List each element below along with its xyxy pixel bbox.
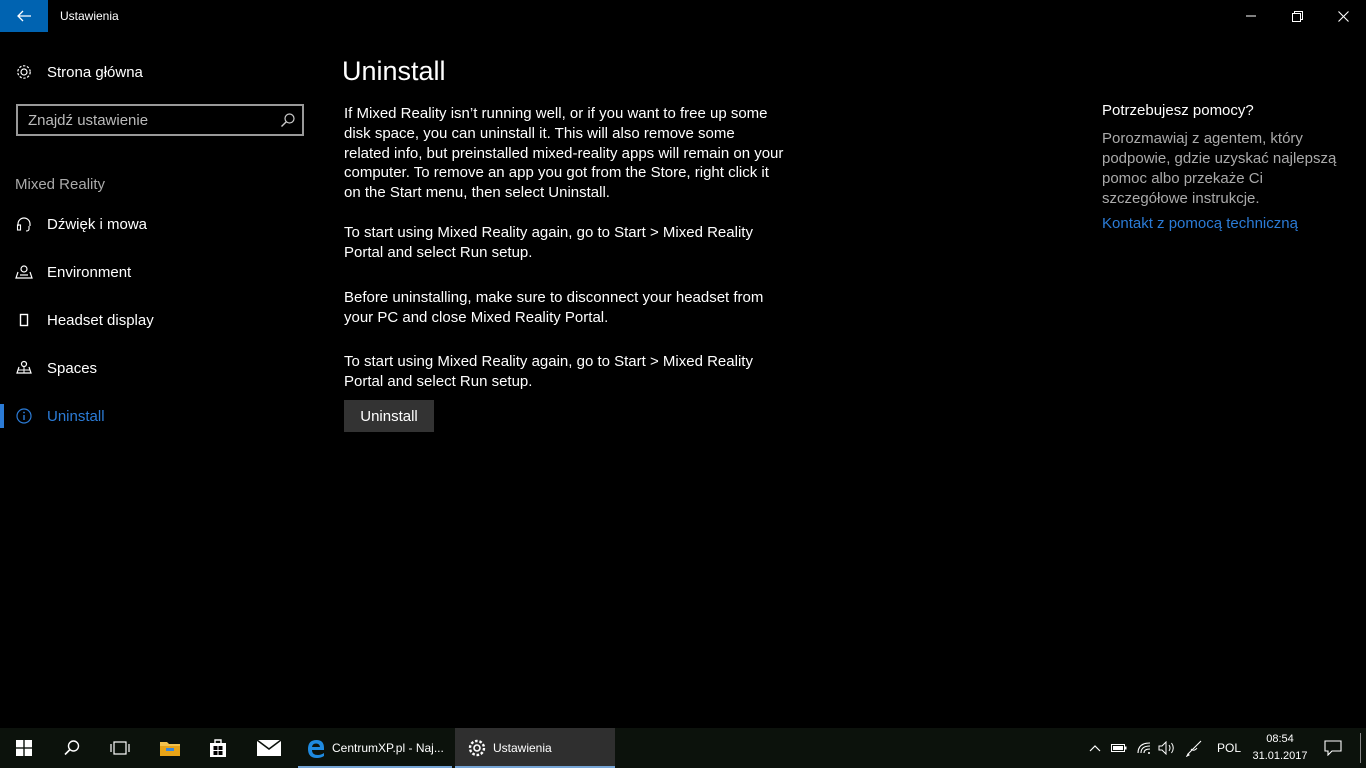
tray-pen-workspace[interactable] bbox=[1182, 728, 1206, 768]
taskbar-file-explorer[interactable] bbox=[146, 728, 194, 768]
close-icon bbox=[1337, 10, 1349, 22]
minimize-icon bbox=[1246, 15, 1256, 17]
description-paragraph: To start using Mixed Reality again, go t… bbox=[344, 353, 753, 390]
tray-battery[interactable] bbox=[1108, 728, 1130, 768]
taskbar-mail[interactable] bbox=[244, 728, 294, 768]
tray-clock[interactable]: 08:54 31.01.2017 bbox=[1250, 731, 1310, 765]
wifi-icon bbox=[1137, 742, 1151, 754]
sidebar-item-label: Spaces bbox=[47, 359, 98, 377]
sidebar-item-home[interactable]: Strona główna bbox=[0, 52, 320, 92]
sidebar-item-label: Strona główna bbox=[47, 63, 143, 81]
title-bar: Ustawienia bbox=[0, 0, 1366, 32]
gear-icon bbox=[15, 63, 33, 81]
support-link[interactable]: Kontakt z pomocą techniczną bbox=[1102, 215, 1352, 232]
sidebar: Strona główna Mixed Reality Dźwięk i mow… bbox=[0, 32, 320, 728]
restore-icon bbox=[1291, 10, 1303, 22]
taskbar-app-label: CentrumXP.pl - Naj... bbox=[332, 741, 444, 755]
store-icon bbox=[210, 739, 226, 757]
windows-logo-icon bbox=[16, 740, 32, 756]
sidebar-item-label: Dźwięk i mowa bbox=[47, 215, 148, 233]
sidebar-item-label: Environment bbox=[47, 263, 132, 281]
taskbar: CentrumXP.pl - Naj... Ustawienia POL 08:… bbox=[0, 728, 1366, 768]
search-input[interactable] bbox=[18, 106, 274, 134]
restore-button[interactable] bbox=[1274, 0, 1320, 32]
taskbar-app-label: Ustawienia bbox=[493, 741, 552, 755]
pen-icon bbox=[1185, 740, 1202, 757]
tray-network[interactable] bbox=[1132, 728, 1156, 768]
back-button[interactable] bbox=[0, 0, 48, 32]
gear-icon bbox=[468, 739, 486, 757]
environment-icon bbox=[15, 263, 33, 281]
sidebar-item-uninstall[interactable]: Uninstall bbox=[0, 396, 320, 436]
minimize-button[interactable] bbox=[1228, 0, 1274, 32]
description-paragraph: If Mixed Reality isn’t running well, or … bbox=[344, 105, 784, 202]
info-icon bbox=[15, 407, 33, 425]
clock-time: 08:54 bbox=[1266, 733, 1294, 745]
mail-icon bbox=[257, 740, 281, 756]
tray-action-center[interactable] bbox=[1318, 728, 1348, 768]
sidebar-item-label: Uninstall bbox=[47, 407, 105, 425]
display-icon bbox=[15, 311, 33, 329]
tray-show-hidden-button[interactable] bbox=[1084, 728, 1106, 768]
sidebar-item-label: Headset display bbox=[47, 311, 154, 329]
search-icon bbox=[64, 740, 80, 756]
description-paragraph: Before uninstalling, make sure to discon… bbox=[344, 289, 764, 326]
description-paragraph: To start using Mixed Reality again, go t… bbox=[344, 224, 753, 261]
taskbar-app-settings[interactable]: Ustawienia bbox=[455, 728, 615, 768]
headset-icon bbox=[15, 215, 33, 233]
arrow-left-icon bbox=[17, 10, 31, 22]
task-view-icon bbox=[110, 741, 130, 755]
tray-language[interactable]: POL bbox=[1210, 728, 1248, 768]
taskbar-search-button[interactable] bbox=[48, 728, 96, 768]
help-text: Porozmawiaj z agentem, który podpowie, g… bbox=[1102, 130, 1337, 207]
task-view-button[interactable] bbox=[96, 728, 144, 768]
show-desktop-button[interactable] bbox=[1360, 733, 1366, 763]
search-icon bbox=[281, 113, 295, 127]
help-panel: Potrzebujesz pomocy? Porozmawiaj z agent… bbox=[1102, 102, 1352, 232]
spaces-icon bbox=[15, 359, 33, 377]
search-box[interactable] bbox=[16, 104, 304, 136]
start-button[interactable] bbox=[0, 728, 48, 768]
sidebar-item-spaces[interactable]: Spaces bbox=[0, 348, 320, 388]
help-title: Potrzebujesz pomocy? bbox=[1102, 102, 1254, 119]
taskbar-app-edge[interactable]: CentrumXP.pl - Naj... bbox=[298, 728, 452, 768]
tray-volume[interactable] bbox=[1156, 728, 1178, 768]
taskbar-store[interactable] bbox=[194, 728, 242, 768]
speaker-icon bbox=[1158, 741, 1174, 755]
sidebar-item-headset-display[interactable]: Headset display bbox=[0, 300, 320, 340]
notification-icon bbox=[1324, 740, 1342, 756]
folder-icon bbox=[160, 742, 180, 756]
battery-icon bbox=[1111, 744, 1127, 752]
uninstall-button[interactable]: Uninstall bbox=[344, 400, 434, 432]
section-header: Mixed Reality bbox=[15, 176, 106, 193]
sidebar-item-environment[interactable]: Environment bbox=[0, 252, 320, 292]
selection-indicator bbox=[0, 404, 4, 428]
edge-icon bbox=[308, 740, 324, 758]
chevron-up-icon bbox=[1089, 745, 1101, 752]
sidebar-item-sound-speech[interactable]: Dźwięk i mowa bbox=[0, 204, 320, 244]
window-title: Ustawienia bbox=[60, 9, 119, 23]
clock-date: 31.01.2017 bbox=[1252, 750, 1308, 762]
close-button[interactable] bbox=[1320, 0, 1366, 32]
page-title: Uninstall bbox=[342, 56, 446, 86]
